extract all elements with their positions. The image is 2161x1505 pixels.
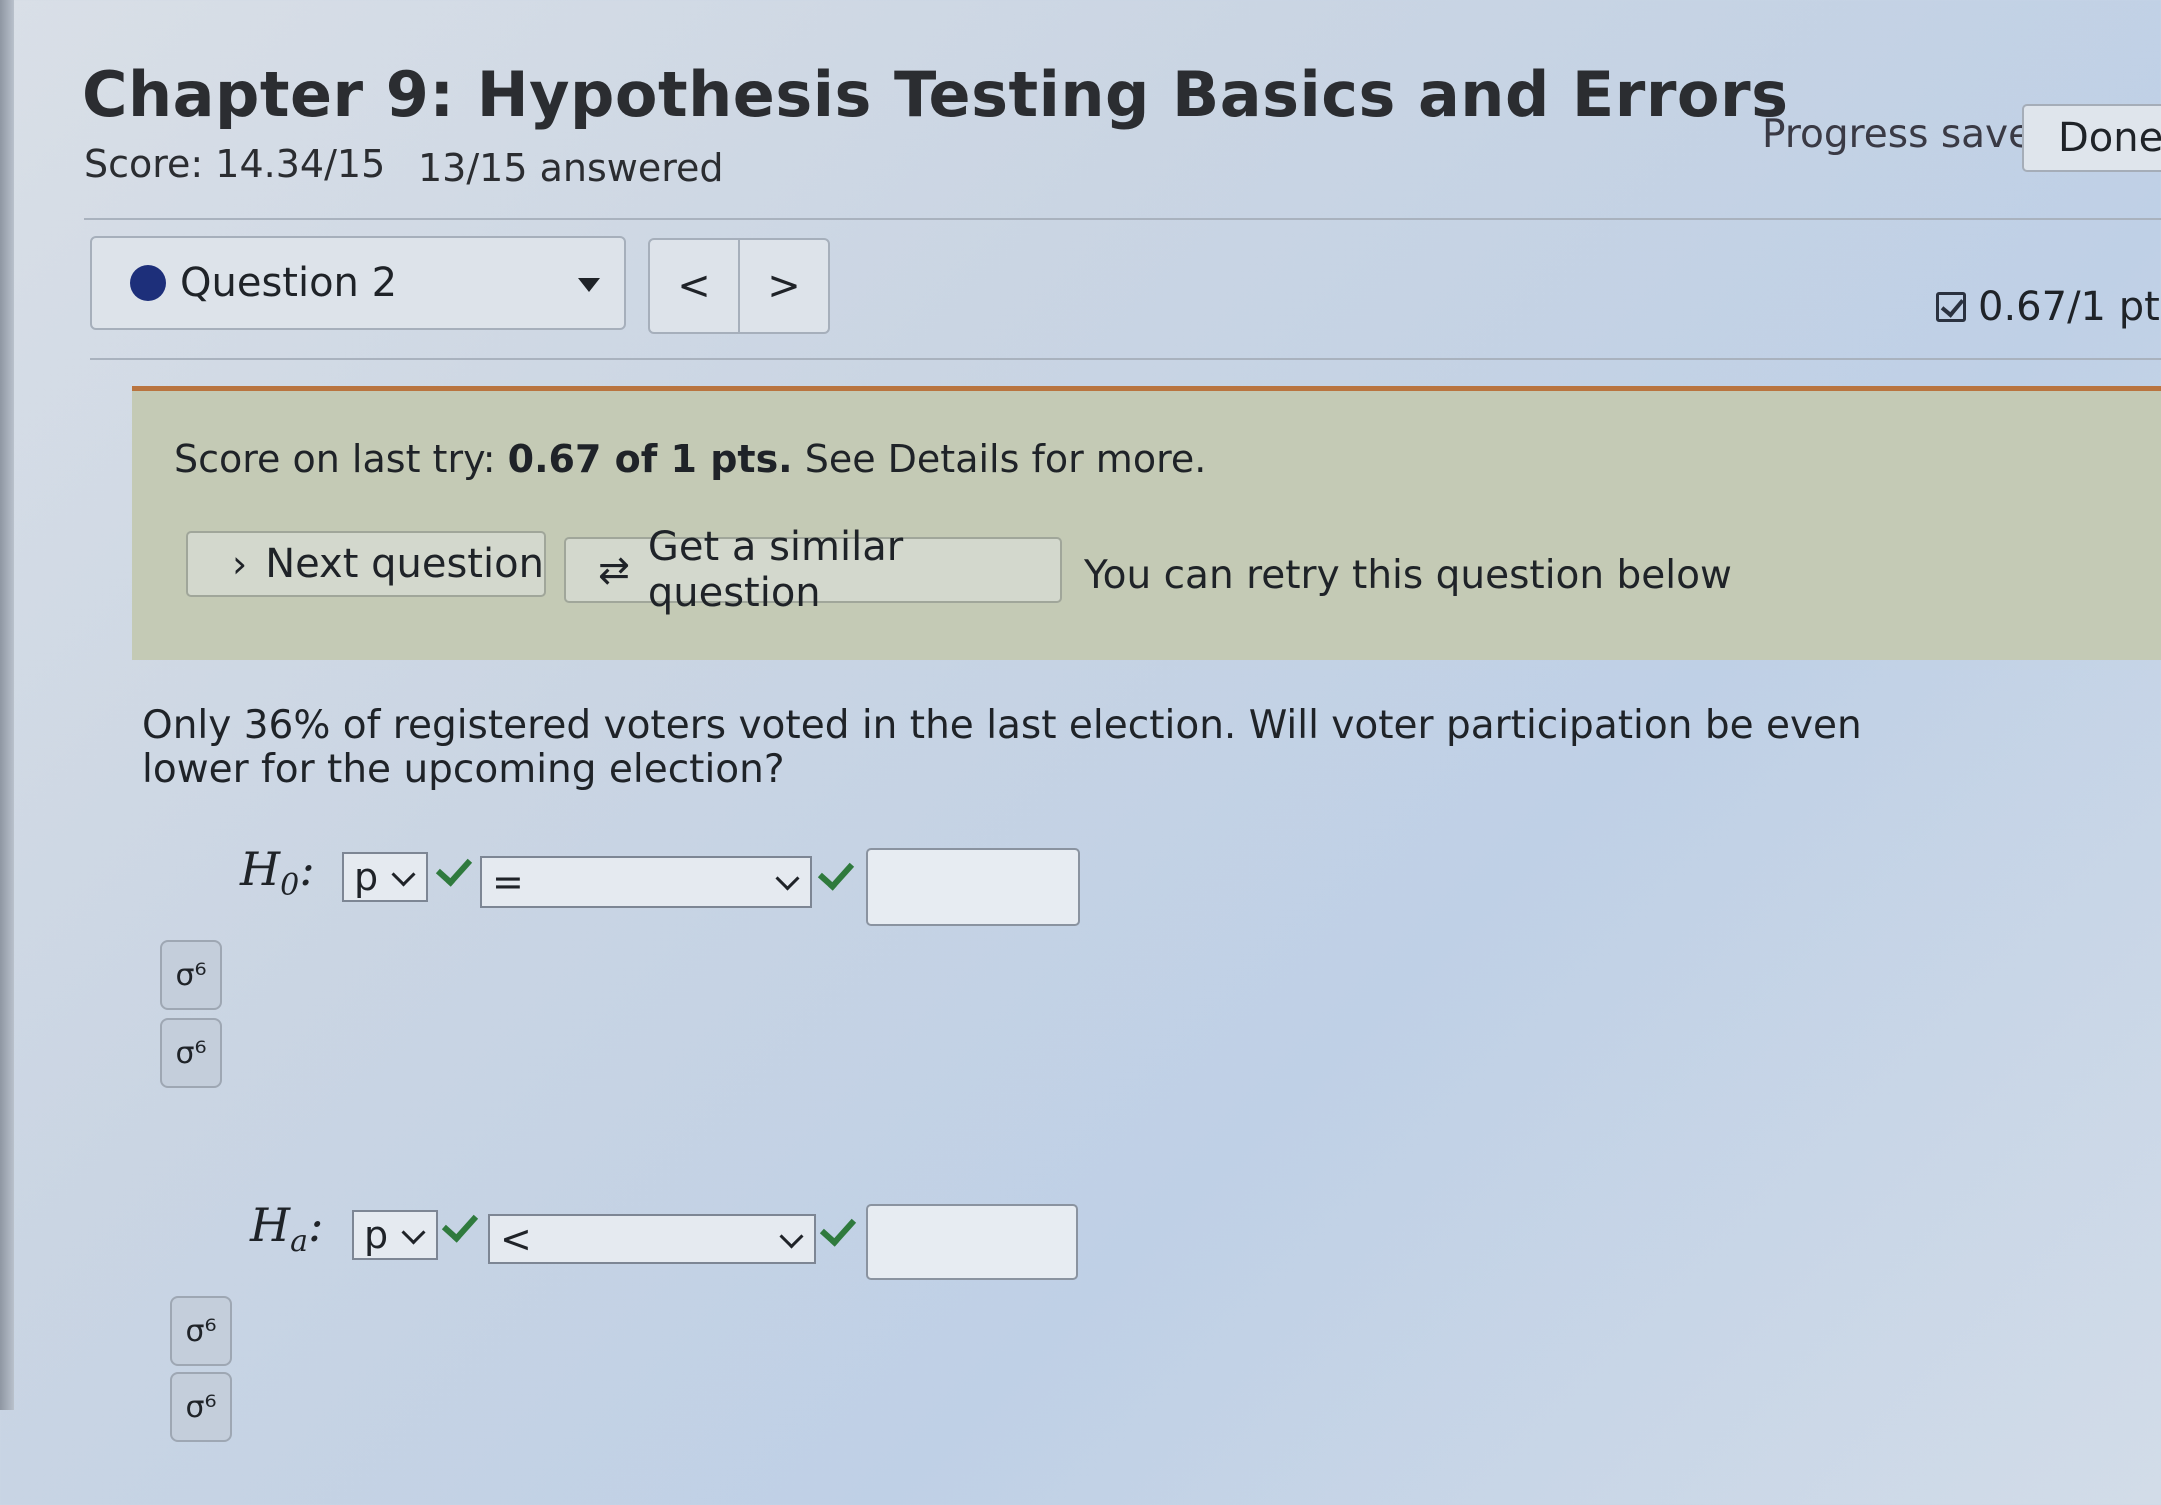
null-hypothesis-label: H0: xyxy=(240,842,315,903)
last-try-score: Score on last try: 0.67 of 1 pts. See De… xyxy=(174,437,1206,481)
retry-hint: You can retry this question below xyxy=(1084,553,1732,598)
question-dropdown[interactable]: Question 2 xyxy=(90,236,626,330)
chevron-down-icon xyxy=(775,866,800,891)
question-status-dot-icon xyxy=(130,265,166,301)
next-question-button[interactable]: › Next question xyxy=(186,531,546,597)
correct-check-icon xyxy=(819,1209,857,1247)
chevron-down-icon xyxy=(391,862,416,887)
question-dropdown-label: Question 2 xyxy=(180,260,398,306)
alt-hypothesis-colon: : xyxy=(308,1198,324,1252)
last-try-score-prefix: Score on last try: xyxy=(174,437,508,481)
previous-question-button[interactable]: < xyxy=(650,240,740,332)
null-value-input[interactable] xyxy=(866,848,1080,926)
next-question-label: Next question xyxy=(265,541,544,587)
symbol-button[interactable]: σ⁶ xyxy=(160,940,222,1010)
checkbox-checked-icon xyxy=(1936,292,1966,322)
last-try-score-suffix: See Details for more. xyxy=(792,437,1207,481)
correct-check-icon xyxy=(817,853,855,891)
progress-status: Progress saved xyxy=(1762,112,2057,157)
alt-operator-value: < xyxy=(500,1217,532,1261)
alt-value-input[interactable] xyxy=(866,1204,1078,1280)
retry-arrows-icon: ⇄ xyxy=(598,548,630,592)
similar-question-button[interactable]: ⇄ Get a similar question xyxy=(564,524,1062,616)
null-hypothesis-symbol: H xyxy=(240,842,281,896)
alt-hypothesis-symbol: H xyxy=(250,1198,291,1252)
last-try-score-value: 0.67 of 1 pts. xyxy=(507,437,793,481)
symbol-button[interactable]: σ⁶ xyxy=(170,1296,232,1366)
done-button[interactable]: Done xyxy=(2022,104,2161,172)
symbol-button[interactable]: σ⁶ xyxy=(170,1372,232,1442)
chevron-down-icon xyxy=(401,1220,426,1245)
alt-parameter-select[interactable]: p xyxy=(352,1210,438,1260)
similar-question-label: Get a similar question xyxy=(647,524,904,616)
chevron-right-icon: › xyxy=(232,542,248,586)
chevron-down-icon xyxy=(779,1224,804,1249)
window-left-edge xyxy=(0,0,14,1410)
header-divider xyxy=(84,218,2161,220)
null-parameter-value: p xyxy=(354,855,379,899)
answered-count: 13/15 answered xyxy=(418,146,724,190)
null-hypothesis-colon: : xyxy=(299,842,315,896)
symbol-button[interactable]: σ⁶ xyxy=(160,1018,222,1088)
points-text: 0.67/1 pt xyxy=(1978,284,2160,330)
null-hypothesis-subscript: 0 xyxy=(280,868,300,904)
question-points: 0.67/1 pt xyxy=(1936,284,2160,330)
correct-check-icon xyxy=(435,849,473,887)
question-nav-group: < > xyxy=(648,238,830,334)
correct-check-icon xyxy=(441,1205,479,1243)
null-parameter-select[interactable]: p xyxy=(342,852,428,902)
question-text: Only 36% of registered voters voted in t… xyxy=(142,703,1862,792)
alt-operator-select[interactable]: < xyxy=(488,1214,816,1264)
alt-hypothesis-subscript: a xyxy=(290,1224,309,1260)
caret-down-icon xyxy=(578,278,600,292)
page-title: Chapter 9: Hypothesis Testing Basics and… xyxy=(82,58,1789,131)
alt-hypothesis-label: Ha: xyxy=(250,1198,324,1259)
assignment-score: Score: 14.34/15 xyxy=(84,142,386,186)
alt-parameter-value: p xyxy=(364,1213,389,1257)
last-try-banner: Score on last try: 0.67 of 1 pts. See De… xyxy=(132,386,2161,660)
next-question-arrow-button[interactable]: > xyxy=(740,240,828,332)
nav-divider xyxy=(90,358,2161,360)
null-operator-value: = xyxy=(492,860,524,904)
null-operator-select[interactable]: = xyxy=(480,856,812,908)
